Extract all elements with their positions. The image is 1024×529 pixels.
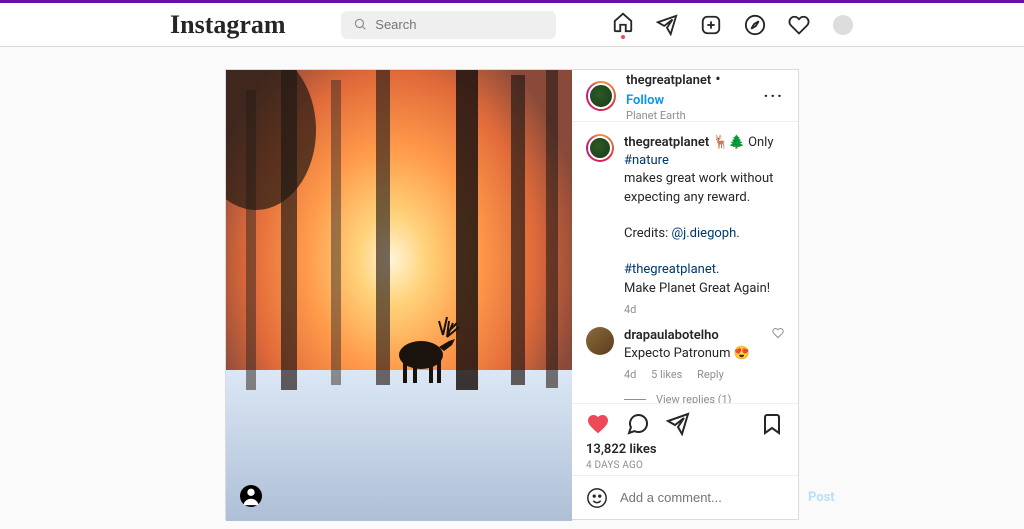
new-post-icon[interactable] (700, 14, 722, 36)
caption-body: thegreatplanet 🦌🌲 Only #nature makes gre… (624, 134, 784, 317)
save-bookmark-icon[interactable] (760, 412, 784, 436)
nav-icons (612, 14, 854, 36)
caption-username[interactable]: thegreatplanet (624, 135, 709, 150)
author-username[interactable]: thegreatplanet (626, 73, 711, 88)
comment-age: 4d (624, 368, 636, 381)
post-meta-panel: thegreatplanet • Follow Planet Earth ···… (572, 70, 798, 519)
search-input[interactable] (341, 11, 556, 39)
post-card: thegreatplanet • Follow Planet Earth ···… (225, 69, 799, 520)
search-icon (353, 17, 367, 31)
caption-tagline: Make Planet Great Again! (624, 280, 784, 298)
follow-button[interactable]: Follow (626, 93, 664, 108)
comment-meta: 4d 5 likes Reply (624, 367, 762, 382)
comment-reply[interactable]: Reply (697, 368, 724, 381)
explore-icon[interactable] (744, 14, 766, 36)
caption-row: thegreatplanet 🦌🌲 Only #nature makes gre… (586, 134, 784, 317)
caption-text-pre: Only (748, 135, 773, 150)
messages-icon[interactable] (656, 14, 678, 36)
search-wrap (341, 11, 556, 39)
more-options-icon[interactable]: ··· (764, 86, 784, 105)
caption-emoji: 🦌🌲 (712, 135, 744, 150)
add-comment-input[interactable] (620, 490, 796, 505)
like-heart-icon[interactable] (586, 412, 610, 436)
action-bar: 13,822 likes 4 DAYS AGO (572, 403, 798, 475)
likes-count[interactable]: 13,822 likes (586, 442, 784, 457)
tagged-people-icon[interactable] (240, 485, 262, 507)
caption-avatar[interactable] (586, 134, 614, 162)
caption-hashtag-planet[interactable]: #thegreatplanet (624, 262, 716, 277)
comment-likes[interactable]: 5 likes (651, 368, 682, 381)
post-age: 4 DAYS AGO (586, 460, 784, 471)
profile-avatar-icon[interactable] (832, 14, 854, 36)
post-comment-button[interactable]: Post (808, 490, 835, 505)
comment-icon[interactable] (626, 412, 650, 436)
activity-heart-icon[interactable] (788, 14, 810, 36)
caption-age: 4d (624, 302, 784, 317)
home-icon[interactable] (612, 14, 634, 36)
credits-handle[interactable]: @j.diegoph (671, 226, 736, 241)
comments-section: thegreatplanet 🦌🌲 Only #nature makes gre… (572, 122, 798, 403)
credits-label: Credits: (624, 226, 671, 241)
brand-logo[interactable]: Instagram (170, 10, 286, 40)
comment-text: Expecto Patronum 😍 (624, 346, 750, 361)
top-nav: Instagram (0, 3, 1024, 47)
add-comment-row: Post (572, 475, 798, 519)
commenter-avatar[interactable] (586, 327, 614, 355)
emoji-picker-icon[interactable] (586, 487, 608, 509)
share-icon[interactable] (666, 412, 690, 436)
like-comment-icon[interactable] (772, 327, 784, 383)
author-avatar[interactable] (586, 81, 616, 111)
comment-row: drapaulabotelho Expecto Patronum 😍 4d 5 … (586, 327, 784, 383)
post-header: thegreatplanet • Follow Planet Earth ··· (572, 70, 798, 122)
commenter-username[interactable]: drapaulabotelho (624, 328, 719, 343)
caption-hashtag-nature[interactable]: #nature (624, 153, 669, 168)
location-label[interactable]: Planet Earth (626, 109, 754, 122)
caption-line2: makes great work without expecting any r… (624, 170, 784, 206)
view-replies-toggle[interactable]: View replies (1) (624, 393, 784, 403)
post-image[interactable] (226, 70, 572, 521)
